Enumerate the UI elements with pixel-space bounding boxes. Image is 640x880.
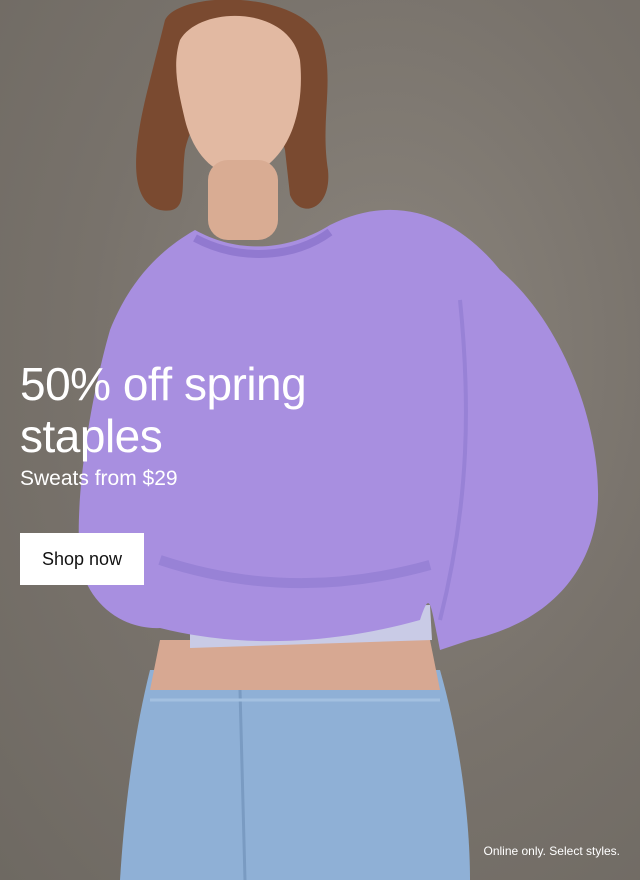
shop-now-button[interactable]: Shop now	[20, 533, 144, 585]
promo-disclaimer: Online only. Select styles.	[483, 844, 620, 858]
promo-subhead: Sweats from $29	[20, 467, 178, 490]
neck	[208, 160, 278, 240]
promo-banner[interactable]: 50% off spring staples Sweats from $29 S…	[0, 0, 640, 880]
promo-headline: 50% off spring staples	[20, 358, 307, 462]
face	[176, 15, 301, 176]
promo-copy: 50% off spring staples Sweats from $29	[20, 358, 440, 492]
